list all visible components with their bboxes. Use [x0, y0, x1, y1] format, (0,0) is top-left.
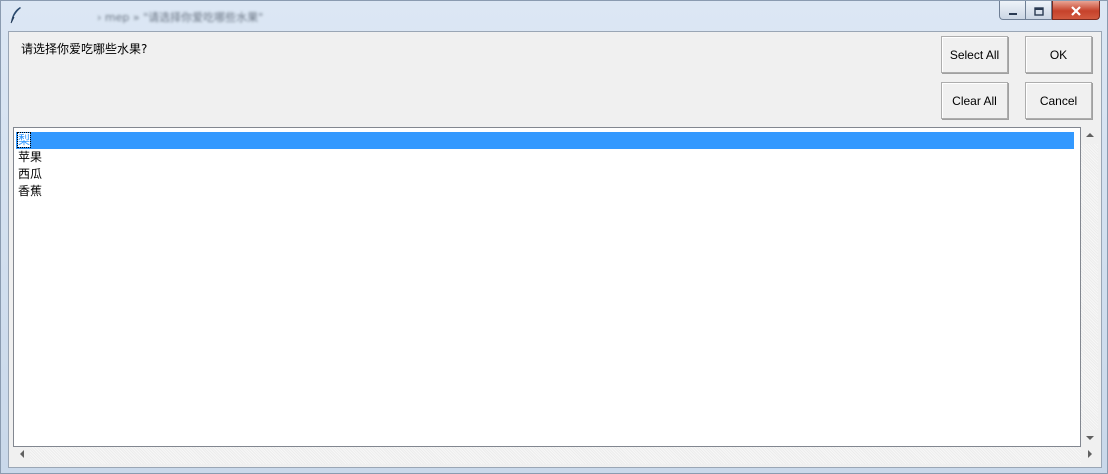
minimize-button[interactable] — [999, 1, 1026, 20]
list-item-label: 香蕉 — [18, 184, 43, 198]
dialog-body: 请选择你爱吃哪些水果? Select All OK Clear All Canc… — [8, 31, 1102, 468]
arrow-up-icon — [1085, 131, 1094, 141]
clear-all-button[interactable]: Clear All — [941, 82, 1008, 119]
list-item[interactable]: 香蕉 — [16, 183, 1074, 200]
minimize-icon — [1008, 1, 1018, 20]
scroll-up-button[interactable] — [1081, 127, 1098, 144]
title-bar[interactable]: › mep » "请选择你爱吃哪些水果" — [1, 1, 1107, 31]
cancel-button[interactable]: Cancel — [1025, 82, 1092, 119]
arrow-down-icon — [1085, 434, 1094, 444]
arrow-left-icon — [19, 450, 25, 461]
close-button[interactable] — [1052, 1, 1100, 20]
maximize-button[interactable] — [1026, 1, 1052, 20]
close-icon — [1070, 1, 1082, 20]
dialog-window: › mep » "请选择你爱吃哪些水果" 请选择你爱吃哪些水果? Select … — [0, 0, 1108, 474]
arrow-right-icon — [1087, 450, 1093, 461]
scroll-down-button[interactable] — [1081, 430, 1098, 447]
fruit-listbox[interactable]: 梨 苹果 西瓜 香蕉 — [13, 127, 1081, 447]
vertical-scrollbar[interactable] — [1081, 127, 1098, 447]
scroll-left-button[interactable] — [13, 447, 30, 464]
list-item-label: 苹果 — [18, 150, 43, 164]
list-item-label: 西瓜 — [18, 167, 43, 181]
list-item[interactable]: 西瓜 — [16, 166, 1074, 183]
list-item[interactable]: 梨 — [16, 132, 1074, 149]
maximize-icon — [1033, 1, 1044, 20]
window-title: › mep » "请选择你爱吃哪些水果" — [97, 11, 264, 24]
list-item[interactable]: 苹果 — [16, 149, 1074, 166]
prompt-label: 请选择你爱吃哪些水果? — [21, 42, 148, 56]
ok-button[interactable]: OK — [1025, 36, 1092, 73]
feather-icon — [9, 6, 23, 24]
horizontal-scrollbar[interactable] — [13, 447, 1098, 464]
scroll-right-button[interactable] — [1081, 447, 1098, 464]
list-item-label: 梨 — [16, 132, 32, 148]
select-all-button[interactable]: Select All — [941, 36, 1008, 73]
